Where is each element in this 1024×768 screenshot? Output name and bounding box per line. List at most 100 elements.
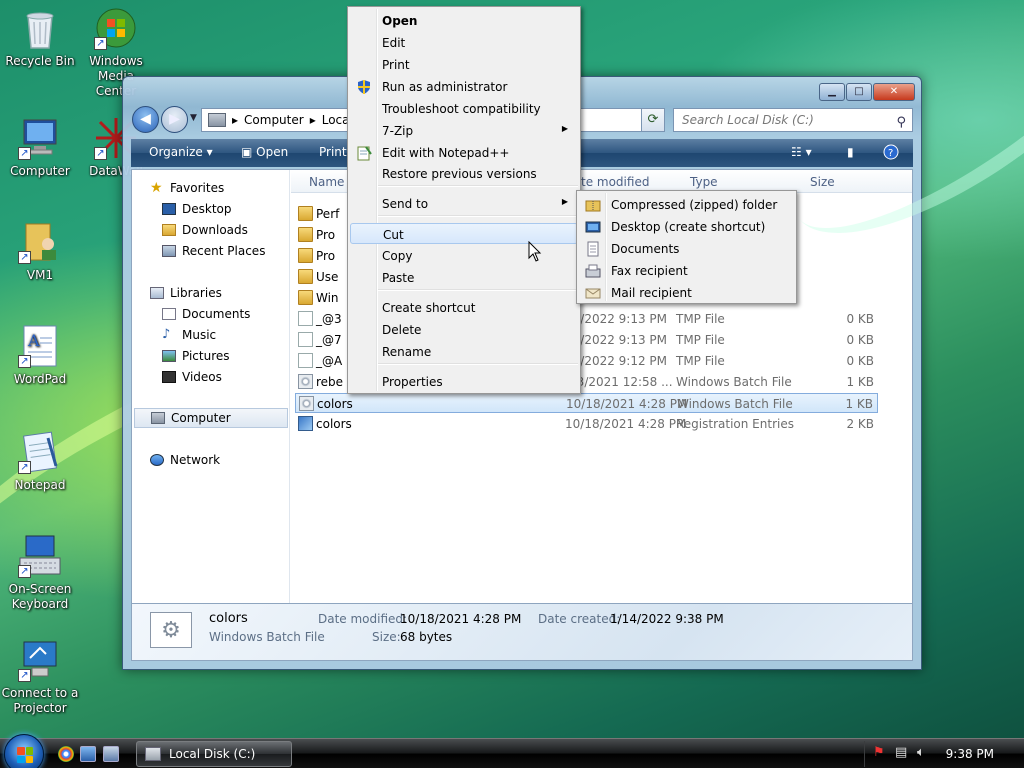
- breadcrumb-separator-icon: ▸: [232, 113, 239, 127]
- taskbar-button-label: Local Disk (C:): [169, 747, 256, 761]
- file-name: Use: [316, 270, 339, 284]
- desktop-icon-wordpad[interactable]: A ↗ WordPad: [0, 324, 80, 387]
- file-row[interactable]: colors 10/18/2021 4:28 PM Registration Ent…: [295, 414, 878, 434]
- file-row[interactable]: colors 10/18/2021 4:28 PM Windows Batch Fi…: [295, 393, 878, 413]
- menu-item-7-zip[interactable]: 7-Zip ▶: [350, 120, 578, 141]
- organize-button[interactable]: Organize ▾: [149, 145, 213, 159]
- help-icon[interactable]: ?: [883, 144, 899, 164]
- menu-item-edit-with-notepadpp[interactable]: Edit with Notepad++: [350, 142, 578, 163]
- details-file-type: Windows Batch File: [209, 630, 325, 644]
- menu-item-open[interactable]: Open: [350, 10, 578, 31]
- folder-icon: [298, 227, 313, 242]
- recent-places-icon: [162, 245, 176, 257]
- volume-icon[interactable]: 🔈︎: [917, 746, 931, 760]
- back-button[interactable]: ◀: [132, 106, 159, 133]
- action-center-flag-icon[interactable]: ⚑: [873, 746, 887, 760]
- column-date-modified[interactable]: te modified: [581, 175, 649, 189]
- nav-videos-label: Videos: [182, 370, 222, 384]
- recent-pages-dropdown-icon[interactable]: ▼: [190, 113, 197, 123]
- menu-item-run-as-administrator[interactable]: Run as administrator: [350, 76, 578, 97]
- print-button[interactable]: Print: [319, 145, 347, 159]
- desktop-icon-computer[interactable]: ↗ Computer: [0, 116, 80, 179]
- menu-item-cut[interactable]: Cut: [350, 223, 578, 244]
- preview-pane-icon[interactable]: ▮: [847, 145, 854, 165]
- nav-computer[interactable]: Computer: [134, 408, 288, 428]
- desktop-icon-vm1[interactable]: ↗ VM1: [0, 220, 80, 283]
- menu-item-label: Fax recipient: [611, 264, 688, 278]
- network-tray-icon[interactable]: ▤: [895, 746, 909, 760]
- videos-icon: [162, 371, 176, 383]
- menu-item-label: Troubleshoot compatibility: [382, 102, 541, 116]
- close-button[interactable]: ✕: [873, 83, 915, 101]
- send-to-item-compressed-folder[interactable]: Compressed (zipped) folder: [579, 194, 794, 215]
- desktop-icon-notepad[interactable]: ↗ Notepad: [0, 430, 80, 493]
- nav-pictures[interactable]: Pictures: [162, 346, 230, 366]
- minimize-button[interactable]: ▁: [819, 83, 845, 101]
- nav-network[interactable]: Network: [150, 450, 220, 470]
- menu-item-paste[interactable]: Paste: [350, 267, 578, 288]
- nav-documents[interactable]: Documents: [162, 304, 250, 324]
- search-input[interactable]: Search Local Disk (C:) ⚲: [673, 108, 913, 132]
- file-name: colors: [317, 397, 353, 411]
- menu-item-restore-previous-versions[interactable]: Restore previous versions: [350, 163, 578, 184]
- menu-item-delete[interactable]: Delete: [350, 319, 578, 340]
- desktop-icon: [162, 203, 176, 215]
- clock[interactable]: 9:38 PM: [946, 747, 994, 761]
- menu-separator: [378, 363, 578, 365]
- fax-icon: [585, 263, 601, 278]
- switch-windows-icon[interactable]: [103, 746, 119, 762]
- nav-downloads[interactable]: Downloads: [162, 220, 248, 240]
- send-to-item-desktop-create-shortcut[interactable]: Desktop (create shortcut): [579, 216, 794, 237]
- desktop-icon-label: Recycle Bin: [5, 54, 75, 68]
- menu-item-label: Documents: [611, 242, 680, 256]
- menu-item-print[interactable]: Print: [350, 54, 578, 75]
- maximize-button[interactable]: □: [846, 83, 872, 101]
- nav-favorites[interactable]: ★ Favorites: [150, 178, 224, 198]
- nav-desktop[interactable]: Desktop: [162, 199, 232, 219]
- nav-music-label: Music: [182, 328, 217, 342]
- nav-computer-label: Computer: [171, 411, 231, 425]
- file-name: _@3: [316, 312, 342, 326]
- menu-item-edit[interactable]: Edit: [350, 32, 578, 53]
- nav-recent-places[interactable]: Recent Places: [162, 241, 265, 261]
- computer-small-icon: [208, 113, 226, 127]
- send-to-item-documents[interactable]: Documents: [579, 238, 794, 259]
- registry-file-icon: [298, 416, 313, 431]
- menu-item-copy[interactable]: Copy: [350, 245, 578, 266]
- open-button[interactable]: ▣ Open: [241, 145, 288, 159]
- menu-item-create-shortcut[interactable]: Create shortcut: [350, 297, 578, 318]
- start-button[interactable]: [4, 734, 44, 768]
- shortcut-arrow-icon: ↗: [18, 147, 31, 160]
- folder-icon: [298, 248, 313, 263]
- keyboard-icon: ↗: [18, 534, 62, 578]
- nav-libraries[interactable]: Libraries: [150, 283, 222, 303]
- search-icon[interactable]: ⚲: [896, 112, 906, 134]
- file-name: Pro: [316, 249, 336, 263]
- send-to-item-fax-recipient[interactable]: Fax recipient: [579, 260, 794, 281]
- nav-documents-label: Documents: [182, 307, 251, 321]
- menu-item-label: Edit with Notepad++: [382, 146, 510, 160]
- column-type[interactable]: Type: [690, 175, 718, 189]
- chrome-icon[interactable]: [58, 746, 74, 762]
- desktop-icon-recycle-bin[interactable]: Recycle Bin: [0, 6, 80, 69]
- forward-button[interactable]: ▶: [161, 106, 188, 133]
- desktop-icon-on-screen-keyboard[interactable]: ↗ On-Screen Keyboard: [0, 534, 80, 612]
- column-size[interactable]: Size: [810, 175, 835, 189]
- menu-item-rename[interactable]: Rename: [350, 341, 578, 362]
- menu-item-troubleshoot-compatibility[interactable]: Troubleshoot compatibility: [350, 98, 578, 119]
- desktop-icon-connect-to-projector[interactable]: ↗ Connect to a Projector: [0, 638, 80, 716]
- views-button[interactable]: ☷ ▾: [791, 145, 812, 165]
- show-desktop-icon[interactable]: [80, 746, 96, 762]
- menu-item-send-to[interactable]: Send to ▶: [350, 193, 578, 214]
- send-to-item-mail-recipient[interactable]: Mail recipient: [579, 282, 794, 303]
- mouse-cursor-icon: [528, 241, 542, 262]
- taskbar-button-local-disk[interactable]: Local Disk (C:): [136, 741, 292, 767]
- menu-item-properties[interactable]: Properties: [350, 371, 578, 392]
- column-name[interactable]: Name: [309, 175, 344, 189]
- refresh-icon[interactable]: ⟳: [641, 108, 665, 132]
- nav-music[interactable]: ♪ Music: [162, 325, 216, 345]
- breadcrumb-computer[interactable]: Computer: [244, 113, 304, 127]
- menu-item-label: Paste: [382, 271, 415, 285]
- nav-videos[interactable]: Videos: [162, 367, 222, 387]
- file-type: TMP File: [676, 354, 725, 368]
